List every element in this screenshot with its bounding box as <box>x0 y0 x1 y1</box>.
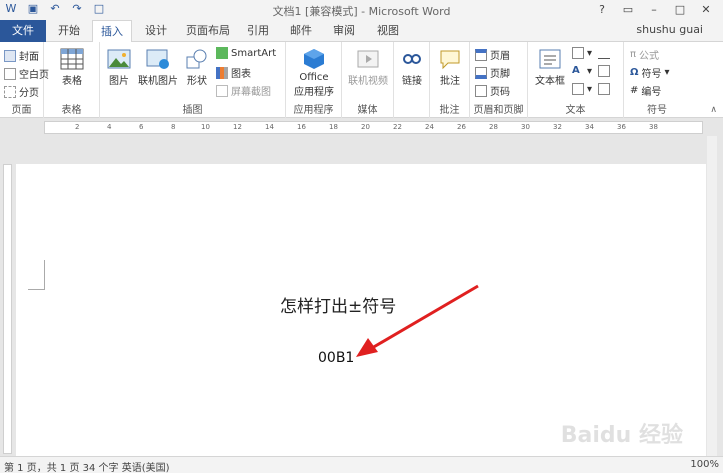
arrow-head <box>356 338 378 357</box>
red-arrow-annotation <box>356 284 479 357</box>
arrow-shaft <box>371 284 479 350</box>
watermark: Baidu 经验 <box>560 423 683 448</box>
vertical-scrollbar[interactable] <box>707 136 717 456</box>
status-left: 第 1 页，共 1 页 34 个字 英语(美国) <box>4 463 170 473</box>
zoom-level[interactable]: 100% <box>690 459 719 470</box>
status-bar: 第 1 页，共 1 页 34 个字 英语(美国) 100% <box>0 456 723 473</box>
